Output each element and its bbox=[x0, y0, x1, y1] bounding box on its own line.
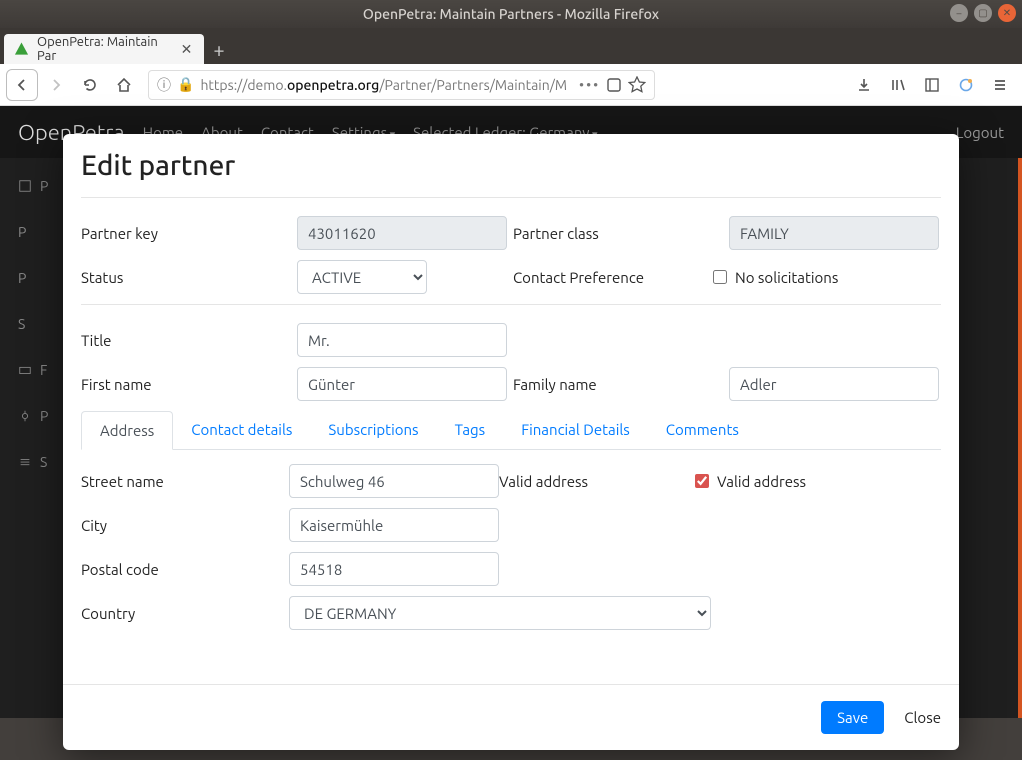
tab-subscriptions[interactable]: Subscriptions bbox=[310, 411, 436, 449]
downloads-button[interactable] bbox=[848, 69, 880, 101]
browser-tab[interactable]: OpenPetra: Maintain Par ✕ bbox=[4, 34, 204, 64]
label-family-name: Family name bbox=[513, 376, 729, 393]
city-field[interactable] bbox=[289, 508, 499, 542]
tab-comments[interactable]: Comments bbox=[648, 411, 757, 449]
label-contact-pref: Contact Preference bbox=[513, 269, 713, 286]
window-close-button[interactable]: ✕ bbox=[998, 4, 1016, 22]
label-partner-class: Partner class bbox=[513, 225, 729, 242]
account-icon[interactable] bbox=[950, 69, 982, 101]
sidebar-button-icon[interactable] bbox=[916, 69, 948, 101]
reload-button[interactable] bbox=[74, 69, 106, 101]
reader-mode-icon[interactable] bbox=[606, 77, 622, 93]
browser-tab-title: OpenPetra: Maintain Par bbox=[37, 35, 171, 63]
tab-financial-details[interactable]: Financial Details bbox=[503, 411, 648, 449]
label-postal-code: Postal code bbox=[81, 561, 289, 578]
postal-code-field[interactable] bbox=[289, 552, 499, 586]
label-street-name: Street name bbox=[81, 473, 289, 490]
window-title-bar: OpenPetra: Maintain Partners - Mozilla F… bbox=[0, 0, 1022, 28]
window-maximize-button[interactable]: ▢ bbox=[974, 4, 992, 22]
valid-address-check[interactable]: Valid address bbox=[695, 473, 806, 490]
address-panel: Street name Valid address Valid address … bbox=[81, 450, 941, 630]
home-button[interactable] bbox=[108, 69, 140, 101]
valid-address-checkbox[interactable] bbox=[695, 474, 709, 488]
back-button[interactable] bbox=[6, 69, 38, 101]
label-country: Country bbox=[81, 605, 289, 622]
tab-close-button[interactable]: ✕ bbox=[179, 41, 194, 57]
window-title: OpenPetra: Maintain Partners - Mozilla F… bbox=[363, 6, 659, 22]
modal-backdrop: Edit partner Partner key Partner class S… bbox=[0, 106, 1022, 760]
label-city: City bbox=[81, 517, 289, 534]
modal-title: Edit partner bbox=[81, 150, 941, 181]
library-button[interactable] bbox=[882, 69, 914, 101]
no-solicitations-checkbox[interactable] bbox=[713, 270, 727, 284]
lock-icon: 🔒 bbox=[177, 76, 194, 93]
save-button[interactable]: Save bbox=[821, 701, 884, 734]
edit-partner-modal: Edit partner Partner key Partner class S… bbox=[63, 134, 959, 750]
title-field[interactable] bbox=[297, 323, 507, 357]
bookmark-star-icon[interactable] bbox=[628, 76, 646, 94]
country-select[interactable]: DE GERMANY bbox=[289, 596, 711, 630]
menu-button[interactable] bbox=[984, 69, 1016, 101]
tab-address[interactable]: Address bbox=[81, 411, 173, 450]
label-first-name: First name bbox=[81, 376, 297, 393]
no-solicitations-check[interactable]: No solicitations bbox=[713, 269, 838, 286]
info-icon: ⓘ bbox=[157, 75, 171, 95]
tab-tags[interactable]: Tags bbox=[437, 411, 504, 449]
favicon-icon bbox=[14, 41, 29, 57]
label-status: Status bbox=[81, 269, 297, 286]
browser-tab-strip: OpenPetra: Maintain Par ✕ + bbox=[0, 28, 1022, 64]
url-text: https://demo.openpetra.org/Partner/Partn… bbox=[200, 77, 567, 93]
browser-nav-bar: ⓘ 🔒 https://demo.openpetra.org/Partner/P… bbox=[0, 64, 1022, 106]
label-valid-address: Valid address bbox=[499, 473, 695, 490]
new-tab-button[interactable]: + bbox=[204, 34, 234, 64]
page-actions-icon[interactable]: ••• bbox=[579, 77, 600, 93]
inner-tabs: Address Contact details Subscriptions Ta… bbox=[81, 411, 941, 450]
partner-key-field[interactable] bbox=[297, 216, 507, 250]
close-button[interactable]: Close bbox=[904, 709, 941, 726]
status-select[interactable]: ACTIVE bbox=[297, 260, 427, 294]
forward-button[interactable] bbox=[40, 69, 72, 101]
label-title: Title bbox=[81, 332, 297, 349]
first-name-field[interactable] bbox=[297, 367, 507, 401]
url-bar[interactable]: ⓘ 🔒 https://demo.openpetra.org/Partner/P… bbox=[148, 70, 655, 100]
label-partner-key: Partner key bbox=[81, 225, 297, 242]
street-name-field[interactable] bbox=[289, 464, 499, 498]
family-name-field[interactable] bbox=[729, 367, 939, 401]
window-minimize-button[interactable]: – bbox=[950, 4, 968, 22]
tab-contact-details[interactable]: Contact details bbox=[173, 411, 310, 449]
partner-class-field[interactable] bbox=[729, 216, 939, 250]
